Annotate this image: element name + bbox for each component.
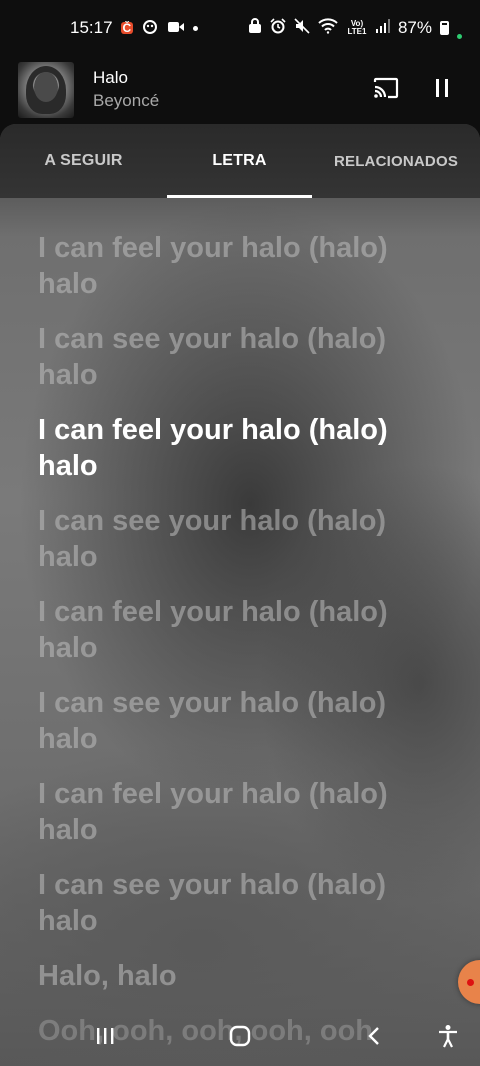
lyric-line: I can feel your halo (halo) halo	[38, 778, 388, 846]
cast-button[interactable]	[366, 70, 406, 110]
track-title: Halo	[93, 68, 128, 87]
album-art[interactable]	[18, 62, 74, 118]
lyric-line: I can see your halo (halo) halo	[38, 505, 387, 573]
status-right: Vo) LTE1 87%	[248, 17, 462, 39]
tab-related[interactable]: RELACIONADOS	[312, 124, 480, 198]
lyric-line: I can feel your halo (halo) halo	[38, 232, 388, 300]
lyric-line: I can see your halo (halo) halo	[38, 687, 387, 755]
floating-app-bubble[interactable]	[458, 960, 480, 1004]
accessibility-icon	[437, 1024, 459, 1053]
recents-icon	[95, 1027, 115, 1050]
mascot-notification-icon	[141, 19, 159, 37]
mini-player[interactable]: Halo Beyoncé	[0, 56, 480, 124]
alarm-icon	[270, 17, 286, 39]
privacy-indicator-dot	[457, 33, 462, 39]
app-notification-icon: Č	[120, 21, 134, 35]
mute-icon	[294, 17, 310, 39]
tab-lyrics[interactable]: LETRA	[167, 124, 312, 198]
accessibility-button[interactable]	[430, 1022, 466, 1054]
tab-up-next[interactable]: A SEGUIR	[0, 124, 167, 198]
back-icon	[367, 1026, 381, 1051]
lyric-line-current: I can feel your halo (halo) halo	[38, 414, 388, 482]
home-icon	[229, 1025, 251, 1052]
track-artist: Beyoncé	[93, 91, 160, 110]
status-left: 15:17 Č	[70, 18, 199, 38]
lte-label: Vo) LTE1	[347, 19, 367, 36]
cast-icon	[373, 77, 399, 104]
track-info[interactable]: Halo Beyoncé	[93, 67, 350, 113]
battery-percent: 87%	[397, 18, 432, 37]
album-art-face	[34, 72, 58, 102]
back-button[interactable]	[356, 1022, 392, 1054]
lock-screen-icon	[248, 17, 262, 39]
recents-button[interactable]	[87, 1022, 123, 1054]
lyrics-panel: A SEGUIR LETRA RELACIONADOS I can feel y…	[0, 124, 480, 1066]
wifi-icon	[318, 17, 338, 39]
signal-icon	[375, 18, 390, 39]
battery-icon	[440, 21, 449, 35]
lyric-line: I can feel your halo (halo) halo	[38, 596, 388, 664]
lyrics-list[interactable]: I can feel your halo (halo) halo I can se…	[38, 230, 458, 1066]
lyric-line: I can see your halo (halo) halo	[38, 323, 387, 391]
tab-bar: A SEGUIR LETRA RELACIONADOS	[0, 124, 480, 198]
lyric-line: Halo, halo	[38, 960, 177, 992]
pause-icon	[434, 78, 450, 103]
clock: 15:17	[70, 18, 113, 37]
status-bar: 15:17 Č Vo) LTE1 87%	[0, 0, 480, 56]
more-notifications-dot	[193, 25, 199, 31]
pause-button[interactable]	[422, 70, 462, 110]
home-button[interactable]	[222, 1022, 258, 1054]
navigation-bar	[0, 1010, 480, 1066]
lyric-line: I can see your halo (halo) halo	[38, 869, 387, 937]
video-call-icon	[167, 20, 185, 36]
